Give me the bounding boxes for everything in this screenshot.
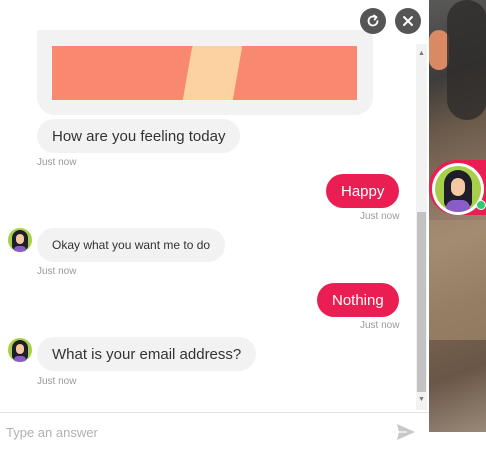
scrollbar-thumb[interactable] xyxy=(417,212,426,392)
message-text: What is your email address? xyxy=(52,345,242,363)
user-message: Nothing xyxy=(317,283,399,317)
bot-message: What is your email address? xyxy=(37,337,257,371)
close-icon xyxy=(403,16,413,26)
message-timestamp: Just now xyxy=(37,376,77,387)
message-timestamp: Just now xyxy=(360,320,400,331)
scroll-down-arrow-icon[interactable]: ▼ xyxy=(418,396,425,403)
close-button[interactable] xyxy=(395,8,421,34)
chat-window: How are you feeling today Just now Happy… xyxy=(0,0,429,412)
bot-message: How are you feeling today xyxy=(37,119,241,153)
message-timestamp: Just now xyxy=(37,266,77,277)
message-timestamp: Just now xyxy=(37,157,77,168)
message-image[interactable] xyxy=(52,46,357,100)
online-status-dot xyxy=(476,200,486,210)
message-text: Happy xyxy=(341,182,385,200)
message-text: How are you feeling today xyxy=(52,127,226,145)
message-text: Nothing xyxy=(332,291,384,309)
background-photo xyxy=(429,0,486,432)
restart-button[interactable] xyxy=(360,8,386,34)
send-icon xyxy=(397,424,415,440)
scroll-up-arrow-icon[interactable]: ▲ xyxy=(418,50,425,57)
refresh-icon xyxy=(367,14,379,27)
send-button[interactable] xyxy=(396,423,416,441)
bot-avatar xyxy=(8,338,32,362)
answer-bar xyxy=(0,412,429,450)
bot-message: Okay what you want me to do xyxy=(37,228,226,262)
message-timestamp: Just now xyxy=(360,211,400,222)
answer-input[interactable] xyxy=(6,422,376,442)
message-text: Okay what you want me to do xyxy=(52,238,211,252)
user-message: Happy xyxy=(326,174,400,208)
bot-avatar xyxy=(8,228,32,252)
